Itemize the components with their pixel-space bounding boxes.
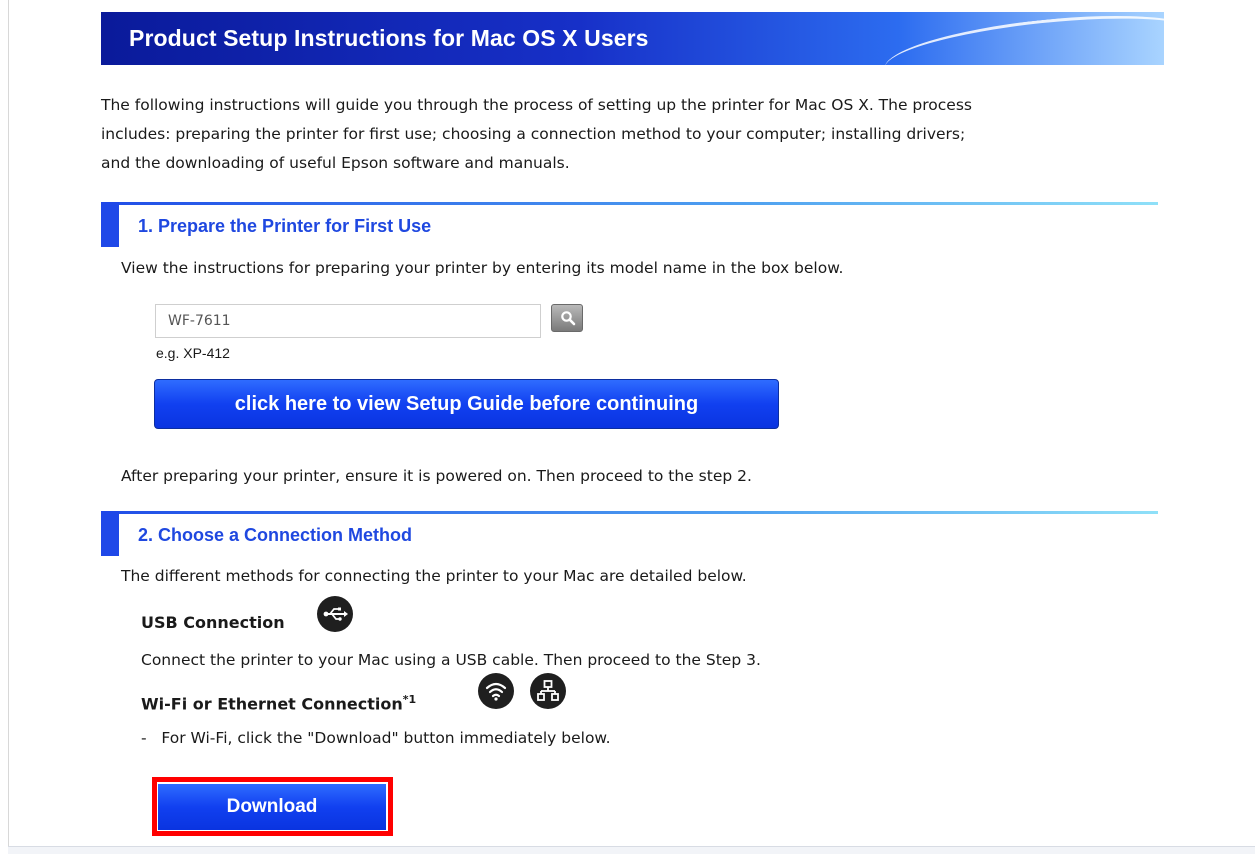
page: Product Setup Instructions for Mac OS X … [0, 0, 1255, 854]
intro-line-2: includes: preparing the printer for firs… [101, 125, 966, 143]
wifi-instruction-bullet: - For Wi-Fi, click the "Download" button… [141, 729, 611, 747]
usb-connection-heading: USB Connection [141, 613, 285, 632]
search-button[interactable] [551, 304, 583, 332]
title-banner: Product Setup Instructions for Mac OS X … [101, 12, 1164, 65]
intro-line-1: The following instructions will guide yo… [101, 96, 972, 114]
step1-accent-bar [101, 202, 119, 247]
download-button[interactable]: Download [158, 784, 386, 830]
step1-top-rule [119, 202, 1158, 205]
model-example-hint: e.g. XP-412 [156, 345, 230, 361]
model-name-input[interactable] [155, 304, 541, 338]
usb-connection-text: Connect the printer to your Mac using a … [141, 651, 761, 669]
step1-after-text: After preparing your printer, ensure it … [121, 467, 752, 485]
step1-title: 1. Prepare the Printer for First Use [138, 216, 432, 236]
intro-line-3: and the downloading of useful Epson soft… [101, 154, 570, 172]
page-title: Product Setup Instructions for Mac OS X … [129, 25, 649, 51]
step1-description: View the instructions for preparing your… [121, 259, 844, 277]
step2-accent-bar [101, 511, 119, 556]
wifi-heading-label: Wi-Fi or Ethernet Connection [141, 694, 403, 714]
left-divider [8, 0, 9, 846]
wifi-icon [478, 673, 514, 709]
banner-swoosh [881, 12, 1164, 65]
step2-top-rule [119, 511, 1158, 514]
step2-title: 2. Choose a Connection Method [138, 525, 413, 545]
wifi-connection-heading: Wi-Fi or Ethernet Connection*1 [141, 693, 416, 713]
footnote-marker: *1 [402, 693, 417, 706]
step1-header: 1. Prepare the Printer for First Use [101, 202, 1158, 247]
step2-header: 2. Choose a Connection Method [101, 511, 1158, 556]
search-icon [561, 311, 576, 326]
usb-icon [317, 596, 353, 632]
setup-guide-button[interactable]: click here to view Setup Guide before co… [154, 379, 779, 429]
step2-description: The different methods for connecting the… [121, 567, 747, 585]
bottom-divider [8, 846, 1255, 854]
intro-paragraph: The following instructions will guide yo… [101, 91, 1171, 178]
ethernet-icon [530, 673, 566, 709]
